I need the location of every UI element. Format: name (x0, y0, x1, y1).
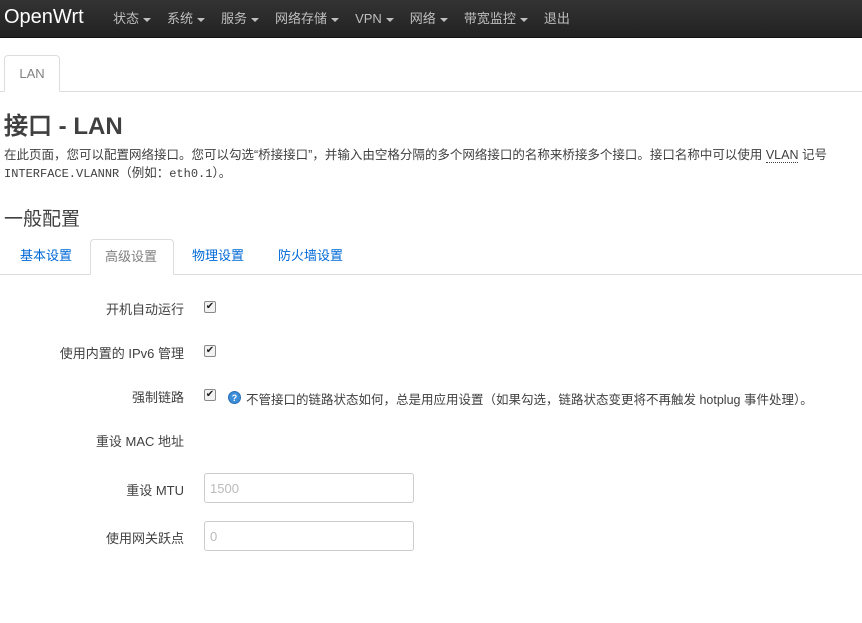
section-title: 一般配置 (4, 209, 81, 230)
caret-down-icon (143, 17, 152, 22)
menu-logout[interactable]: 退出 (536, 0, 578, 37)
tab-basic-settings[interactable]: 基本设置 (6, 239, 86, 275)
caret-down-icon (519, 17, 528, 22)
description-text: 记号 (798, 148, 827, 162)
menu-network-label: 网络 (409, 10, 436, 26)
menu-bandwidth[interactable]: 带宽监控 (456, 0, 536, 37)
menu-system-label: 系统 (167, 10, 194, 26)
menu-system[interactable]: 系统 (159, 0, 213, 37)
page-title: 接口 - LAN (4, 113, 123, 140)
description-text: （例如： (119, 166, 170, 180)
ipv6-checkbox[interactable]: ✔ (204, 345, 216, 357)
menu-status-label: 状态 (113, 10, 140, 26)
page-description: 在此页面，您可以配置网络接口。您可以勾选“桥接接口”，并输入由空格分隔的多个网络… (4, 146, 862, 183)
metric-label: 使用网关跃点 (105, 531, 184, 546)
caret-down-icon (331, 17, 340, 22)
vlan-abbr: VLAN (765, 148, 799, 163)
menu-bandwidth-label: 带宽监控 (463, 10, 516, 26)
form-row-ipv6: 使用内置的 IPv6 管理 ✔ (0, 342, 862, 362)
tab-firewall-settings[interactable]: 防火墙设置 (264, 239, 357, 275)
help-icon: ? (228, 391, 241, 404)
mac-label: 重设 MAC 地址 (95, 434, 184, 449)
interface-code: INTERFACE.VLANNR (4, 167, 120, 181)
form-row-mac: 重设 MAC 地址 (0, 430, 862, 450)
mtu-label: 重设 MTU (126, 483, 184, 498)
menu-services-label: 服务 (221, 10, 248, 26)
autostart-label: 开机自动运行 (105, 302, 184, 317)
metric-input[interactable] (204, 521, 414, 551)
menu-nas[interactable]: 网络存储 (267, 0, 347, 37)
brand-logo[interactable]: OpenWrt (4, 5, 84, 29)
force-link-label: 强制链路 (131, 390, 184, 405)
description-text: 在此页面，您可以配置网络接口。您可以勾选“桥接接口”，并输入由空格分隔的多个网络… (4, 148, 766, 162)
section-tabs: 基本设置 高级设置 物理设置 防火墙设置 (0, 239, 862, 275)
mtu-input[interactable] (204, 473, 414, 503)
tab-advanced-settings[interactable]: 高级设置 (90, 239, 174, 275)
caret-down-icon (385, 17, 394, 22)
menu-vpn-label: VPN (355, 10, 382, 26)
caret-down-icon (439, 17, 448, 22)
menu-vpn[interactable]: VPN (347, 0, 402, 37)
form-row-metric: 使用网关跃点 (0, 521, 862, 551)
tab-physical-settings[interactable]: 物理设置 (178, 239, 258, 275)
form-row-force-link: 强制链路 ✔ ? 不管接口的链路状态如何，总是用应用设置（如果勾选，链路状态变更… (0, 386, 862, 407)
menu-status[interactable]: 状态 (105, 0, 159, 37)
menu-services[interactable]: 服务 (213, 0, 267, 37)
top-navbar: OpenWrt 状态 系统 服务 网络存储 VPN 网络 带宽监控 退出 (0, 0, 862, 38)
menu-nas-label: 网络存储 (275, 10, 328, 26)
caret-down-icon (197, 17, 206, 22)
form-row-autostart: 开机自动运行 ✔ (0, 298, 862, 318)
form-row-mtu: 重设 MTU (0, 473, 862, 503)
force-link-checkbox[interactable]: ✔ (204, 389, 216, 401)
example-code: eth0.1 (169, 167, 213, 181)
ipv6-label: 使用内置的 IPv6 管理 (59, 346, 184, 361)
tab-lan[interactable]: LAN (4, 55, 60, 92)
menu-logout-label: 退出 (543, 10, 570, 26)
page-tabs: LAN (0, 55, 862, 92)
main-menu: 状态 系统 服务 网络存储 VPN 网络 带宽监控 退出 (105, 0, 578, 37)
description-text: ）。 (212, 166, 232, 180)
autostart-checkbox[interactable]: ✔ (204, 301, 216, 313)
menu-network[interactable]: 网络 (402, 0, 456, 37)
caret-down-icon (251, 17, 260, 22)
force-link-help: 不管接口的链路状态如何，总是用应用设置（如果勾选，链路状态变更将不再触发 hot… (246, 393, 813, 407)
